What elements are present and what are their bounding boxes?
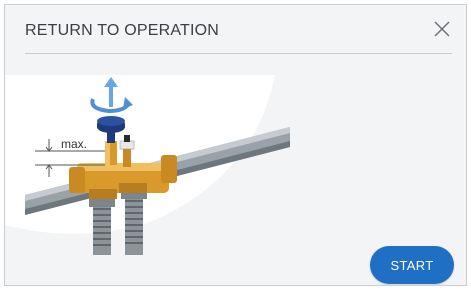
return-to-operation-dialog: RETURN TO OPERATION max. START [4,4,467,286]
dialog-title: RETURN TO OPERATION [25,22,220,39]
close-icon[interactable] [432,19,452,39]
dialog-header: RETURN TO OPERATION [25,5,452,54]
start-button[interactable]: START [370,246,454,284]
valve-illustration: max. [5,75,290,255]
max-label: max. [61,137,87,151]
